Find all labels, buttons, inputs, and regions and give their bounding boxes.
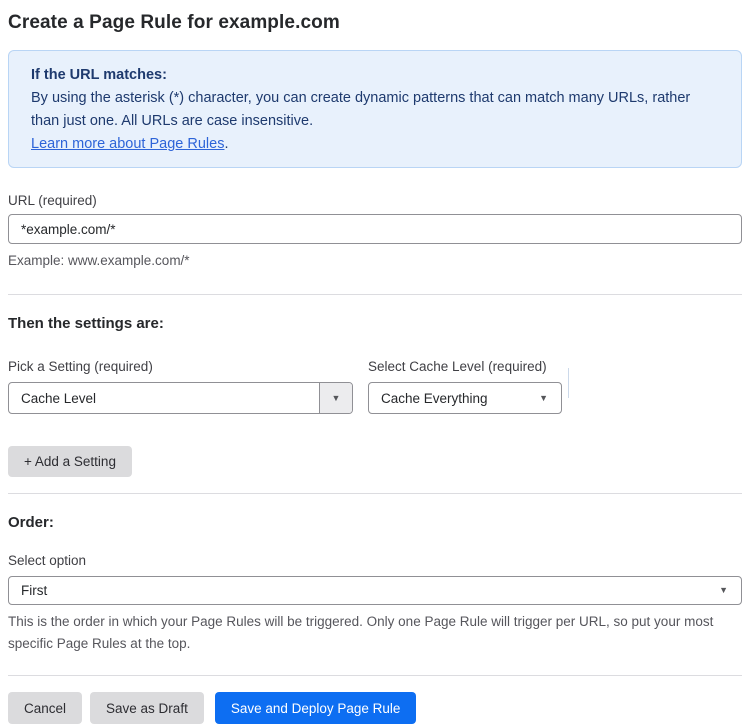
section-divider — [8, 294, 742, 295]
url-match-info-box: If the URL matches: By using the asteris… — [8, 50, 742, 168]
order-select-wrap: First ▼ — [8, 576, 742, 605]
chevron-down-icon: ▼ — [719, 585, 728, 595]
settings-section-heading: Then the settings are: — [8, 315, 164, 332]
info-box-link-line: Learn more about Page Rules. — [31, 133, 719, 156]
setting-picker-arrow-segment[interactable]: ▼ — [319, 383, 352, 413]
save-as-draft-button[interactable]: Save as Draft — [90, 692, 204, 724]
order-helper-text: This is the order in which your Page Rul… — [8, 614, 714, 651]
cache-level-column: Select Cache Level (required) Cache Ever… — [368, 359, 562, 414]
column-divider — [568, 368, 569, 398]
url-helper-text: Example: www.example.com/* — [8, 253, 190, 268]
cache-level-label: Select Cache Level (required) — [368, 359, 547, 374]
settings-row: Pick a Setting (required) Cache Level ▼ … — [8, 359, 742, 414]
chevron-down-icon: ▼ — [331, 392, 341, 403]
url-input[interactable] — [8, 214, 742, 244]
url-field-label: URL (required) — [8, 193, 97, 208]
order-value: First — [21, 583, 48, 598]
form-actions: Cancel Save as Draft Save and Deploy Pag… — [8, 692, 742, 724]
order-dropdown[interactable]: First ▼ — [8, 576, 742, 605]
info-box-body: By using the asterisk (*) character, you… — [31, 90, 691, 129]
section-divider — [8, 675, 742, 676]
section-divider — [8, 493, 742, 494]
info-box-heading: If the URL matches: — [31, 67, 167, 83]
chevron-down-icon: ▼ — [539, 392, 548, 403]
setting-picker-column: Pick a Setting (required) Cache Level ▼ — [8, 359, 353, 414]
cache-level-value: Cache Everything — [381, 390, 488, 406]
setting-picker-label: Pick a Setting (required) — [8, 359, 153, 374]
page-title: Create a Page Rule for example.com — [8, 12, 340, 33]
page-rule-form: Create a Page Rule for example.com If th… — [0, 0, 750, 724]
cache-level-dropdown[interactable]: Cache Everything ▼ — [368, 382, 562, 414]
order-section-heading: Order: — [8, 514, 54, 531]
setting-picker-value: Cache Level — [21, 390, 97, 406]
link-suffix: . — [224, 136, 229, 152]
save-and-deploy-button[interactable]: Save and Deploy Page Rule — [214, 692, 417, 724]
learn-more-link[interactable]: Learn more about Page Rules — [31, 136, 224, 152]
setting-picker-dropdown[interactable]: Cache Level ▼ — [8, 382, 353, 414]
add-setting-button[interactable]: + Add a Setting — [8, 446, 132, 477]
cancel-button[interactable]: Cancel — [8, 692, 83, 724]
order-select-label: Select option — [8, 553, 87, 568]
